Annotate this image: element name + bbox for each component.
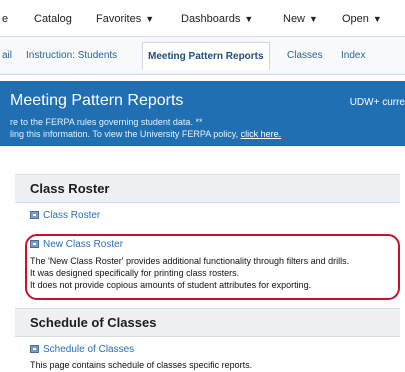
section-header-class-roster: Class Roster: [15, 174, 400, 203]
highlight-annotation-oval: [25, 234, 400, 300]
tab-classes[interactable]: Classes: [287, 50, 323, 61]
tab-meeting-pattern-reports[interactable]: Meeting Pattern Reports: [142, 42, 270, 70]
header-right-text: UDW+ curre: [349, 97, 405, 108]
report-icon: [30, 211, 39, 219]
tab-detail[interactable]: ail: [2, 50, 12, 61]
caret-down-icon: ▼: [372, 14, 382, 24]
menu-item-dashboards[interactable]: Dashboards ▼: [181, 13, 253, 25]
ferpa-policy-link[interactable]: click here.: [241, 129, 282, 139]
ferpa-notice-line-1: re to the FERPA rules governing student …: [10, 117, 203, 127]
menu-item-open[interactable]: Open ▼: [342, 13, 382, 25]
report-link-schedule-of-classes[interactable]: Schedule of Classes: [30, 344, 134, 355]
menu-item-home[interactable]: e: [2, 13, 8, 25]
report-icon: [30, 345, 39, 353]
tab-index[interactable]: Index: [341, 50, 365, 61]
caret-down-icon: ▼: [145, 14, 155, 24]
ferpa-notice-line-2: ling this information. To view the Unive…: [10, 129, 282, 139]
page-header-banner: Meeting Pattern Reports UDW+ curre re to…: [0, 81, 405, 146]
menu-item-new[interactable]: New ▼: [283, 13, 318, 25]
menu-item-catalog[interactable]: Catalog: [34, 13, 72, 25]
section-header-schedule-of-classes: Schedule of Classes: [15, 308, 400, 337]
tab-instruction-students[interactable]: Instruction: Students: [26, 50, 117, 61]
report-description-line: This page contains schedule of classes s…: [30, 360, 253, 370]
section-title: Schedule of Classes: [30, 315, 157, 330]
caret-down-icon: ▼: [244, 14, 254, 24]
top-menu-bar: e Catalog Favorites ▼ Dashboards ▼ New ▼ Op…: [0, 0, 405, 37]
page-title: Meeting Pattern Reports: [10, 92, 184, 109]
report-link-class-roster[interactable]: Class Roster: [30, 210, 100, 221]
caret-down-icon: ▼: [309, 14, 318, 24]
menu-item-favorites[interactable]: Favorites ▼: [96, 13, 154, 25]
dashboard-tab-bar: ail Instruction: Students Meeting Patter…: [0, 37, 405, 75]
section-title: Class Roster: [30, 181, 110, 196]
